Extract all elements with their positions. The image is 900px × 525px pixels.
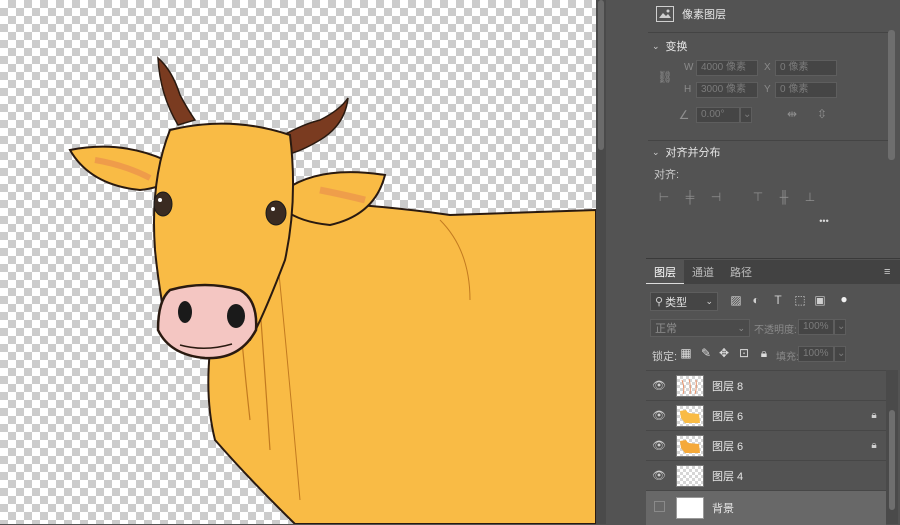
flip-horizontal-icon[interactable]: ⇹ [784, 107, 800, 121]
pixel-layer-header: 像素图层 [656, 6, 726, 22]
eye-icon[interactable]: 👁︎ [646, 379, 672, 392]
lock-all-icon[interactable]: 🔒︎ [756, 346, 772, 361]
canvas-scrollbar[interactable] [596, 0, 606, 524]
filter-adjustment-icon[interactable]: ◐ [748, 293, 764, 307]
lock-position-icon[interactable]: ✥ [716, 346, 732, 360]
layer-thumbnail [676, 434, 704, 457]
tab-channels[interactable]: 通道 [684, 260, 722, 284]
link-icon[interactable]: ⛓ [657, 70, 673, 84]
eye-icon[interactable]: 👁︎ [646, 469, 672, 482]
blend-mode-value: 正常 [655, 323, 677, 335]
lock-icon: 🔒︎ [871, 410, 877, 421]
layer-row[interactable]: 👁︎ 图层 6 🔒︎ [646, 430, 886, 460]
chevron-down-icon: ⌄ [705, 296, 713, 306]
cow-illustration [68, 56, 596, 524]
align-title: 对齐并分布 [665, 147, 721, 159]
transform-section-header[interactable]: ⌄ 变换 [652, 38, 688, 54]
opacity-label: 不透明度: [754, 325, 797, 336]
y-label: Y [764, 84, 771, 95]
layers-tabs: 图层 通道 路径 [646, 260, 760, 284]
filter-smart-object-icon[interactable]: ▣ [812, 293, 828, 307]
align-section-header[interactable]: ⌄ 对齐并分布 [652, 144, 721, 160]
visibility-toggle-empty[interactable] [646, 501, 672, 515]
align-middle-vertical-icon[interactable]: ╫ [776, 190, 792, 204]
align-bottom-icon[interactable]: ⊥ [802, 190, 818, 204]
layer-thumbnail [676, 497, 704, 519]
layer-name: 背景 [712, 503, 734, 515]
layer-row-selected[interactable]: 背景 [646, 490, 886, 525]
eye-icon[interactable]: 👁︎ [646, 409, 672, 422]
document-canvas[interactable] [0, 0, 596, 524]
layer-name: 图层 6 [712, 410, 744, 423]
layer-name: 图层 4 [712, 470, 744, 483]
layer-filter-select[interactable]: ⚲ 类型 ⌄ [650, 292, 718, 311]
chevron-down-icon: ⌄ [652, 146, 660, 157]
layer-row[interactable]: 👁︎ 图层 8 [646, 370, 886, 400]
panel-menu-icon[interactable]: ≡ [884, 266, 890, 278]
left-horn [157, 56, 197, 126]
layer-name: 图层 6 [712, 440, 744, 453]
opacity-dropdown[interactable]: ⌄ [834, 319, 846, 335]
layer-thumbnail [676, 374, 704, 397]
h-label: H [684, 84, 692, 95]
lock-transparent-pixels-icon[interactable]: ▦ [678, 346, 694, 360]
align-right-icon[interactable]: ⊣ [708, 190, 724, 204]
fill-label: 填充: [776, 352, 799, 363]
filter-kind-label: 类型 [665, 296, 688, 309]
blend-mode-select[interactable]: 正常 ⌄ [650, 319, 750, 337]
right-eye [265, 200, 287, 226]
filter-type-icon[interactable]: T [770, 293, 786, 307]
properties-panel [606, 0, 900, 258]
fill-dropdown[interactable]: ⌄ [834, 346, 846, 362]
angle-dropdown[interactable]: ⌄ [740, 107, 752, 123]
align-center-horizontal-icon[interactable]: ╪ [682, 190, 698, 204]
fill-field[interactable]: 100% [798, 346, 834, 362]
w-label: W [684, 62, 694, 73]
angle-icon: ∠ [678, 108, 690, 122]
opacity-field[interactable]: 100% [798, 319, 834, 335]
align-left-icon[interactable]: ⊢ [656, 190, 672, 204]
filter-pixel-icon[interactable]: ▨ [728, 293, 744, 307]
align-label: 对齐: [654, 169, 680, 181]
layer-thumbnail [676, 404, 704, 427]
image-layer-icon [656, 6, 674, 22]
layer-thumbnail [676, 464, 704, 487]
transform-title: 变换 [665, 41, 688, 53]
filter-toggle-icon[interactable]: ● [836, 292, 852, 306]
lock-artboard-icon[interactable]: ⊡ [736, 346, 752, 360]
search-icon: ⚲ [655, 296, 664, 308]
layer-row[interactable]: 👁︎ 图层 6 🔒︎ [646, 400, 886, 430]
more-options-icon[interactable]: ••• [814, 216, 834, 226]
tab-layers[interactable]: 图层 [646, 260, 684, 284]
chevron-down-icon: ⌄ [737, 322, 745, 333]
angle-field[interactable]: 0.00° [696, 107, 740, 123]
y-field[interactable]: 0 像素 [775, 82, 837, 98]
height-field[interactable]: 3000 像素 [696, 82, 758, 98]
left-eye [153, 191, 173, 217]
x-label: X [764, 62, 771, 73]
properties-scrollbar[interactable] [888, 30, 895, 160]
lock-label: 锁定: [652, 351, 678, 363]
align-top-icon[interactable]: ⊤ [750, 190, 766, 204]
layers-scrollbar[interactable] [886, 370, 898, 524]
chevron-down-icon: ⌄ [652, 40, 660, 51]
pixel-layer-label: 像素图层 [682, 9, 726, 21]
lock-icon: 🔒︎ [871, 440, 877, 451]
layer-name: 图层 8 [712, 380, 744, 393]
filter-shape-icon[interactable]: ⬚ [792, 293, 808, 307]
layer-row[interactable]: 👁︎ 图层 4 [646, 460, 886, 490]
tab-paths[interactable]: 路径 [722, 260, 760, 284]
width-field[interactable]: 4000 像素 [696, 60, 758, 76]
x-field[interactable]: 0 像素 [775, 60, 837, 76]
flip-vertical-icon[interactable]: ⇳ [814, 107, 830, 121]
lock-image-pixels-icon[interactable]: ✎ [698, 346, 714, 360]
eye-icon[interactable]: 👁︎ [646, 439, 672, 452]
